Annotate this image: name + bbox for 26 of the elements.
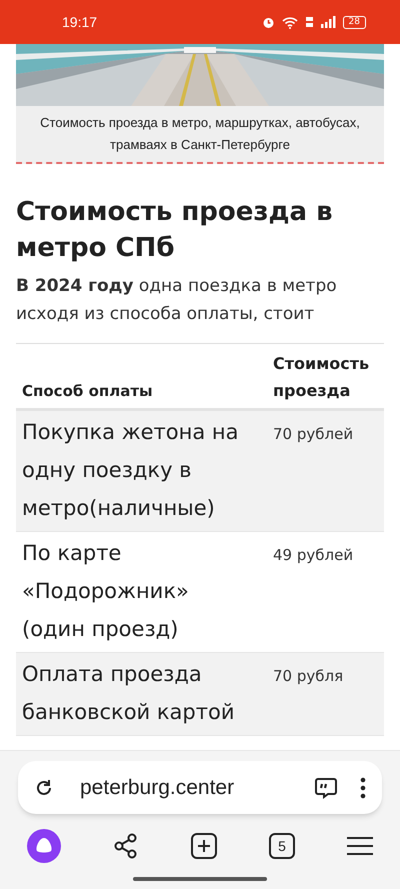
- wifi-icon: [282, 16, 298, 28]
- column-header: Способ оплаты: [21, 381, 154, 402]
- table-cell-text: 70 рублей: [272, 424, 354, 445]
- menu-icon[interactable]: [347, 836, 373, 856]
- tabs-counter[interactable]: 5: [269, 833, 295, 859]
- reload-icon[interactable]: [34, 778, 54, 798]
- table-cell-text: По карте «Подорожник» (один проезд): [21, 540, 190, 643]
- url-text[interactable]: peterburg.center: [80, 772, 234, 804]
- new-tab-icon[interactable]: [191, 833, 217, 859]
- table-cell-text: Оплата проезда банковской картой: [21, 661, 236, 726]
- table-cell-text: 49 рублей: [272, 545, 354, 566]
- article-paragraph: В 2024 году одна поездка в метро исходя из способа оплаты, стоит: [16, 275, 338, 326]
- quote-bubble-icon[interactable]: [314, 776, 338, 800]
- share-icon[interactable]: [113, 833, 139, 859]
- alarm-icon: [262, 16, 275, 28]
- image-caption: Стоимость проезда в метро, маршрутках, автобусах, трамваях в Санкт-Петербурге: [39, 114, 361, 154]
- column-header: Стоимость проезда: [272, 353, 370, 402]
- more-icon[interactable]: [360, 776, 366, 798]
- address-bar[interactable]: peterburg.center: [18, 761, 382, 814]
- table-cell-text: Покупка жетона на одну поездку в метро(наличные): [21, 419, 240, 522]
- table-cell-text: 70 рубля: [272, 666, 344, 687]
- assistant-icon[interactable]: [27, 829, 61, 863]
- article-heading: Стоимость проезда в метро СПб: [16, 196, 334, 265]
- battery-indicator: 28: [342, 16, 366, 28]
- clock: 19:17: [62, 12, 98, 32]
- signal-icon: [320, 16, 336, 28]
